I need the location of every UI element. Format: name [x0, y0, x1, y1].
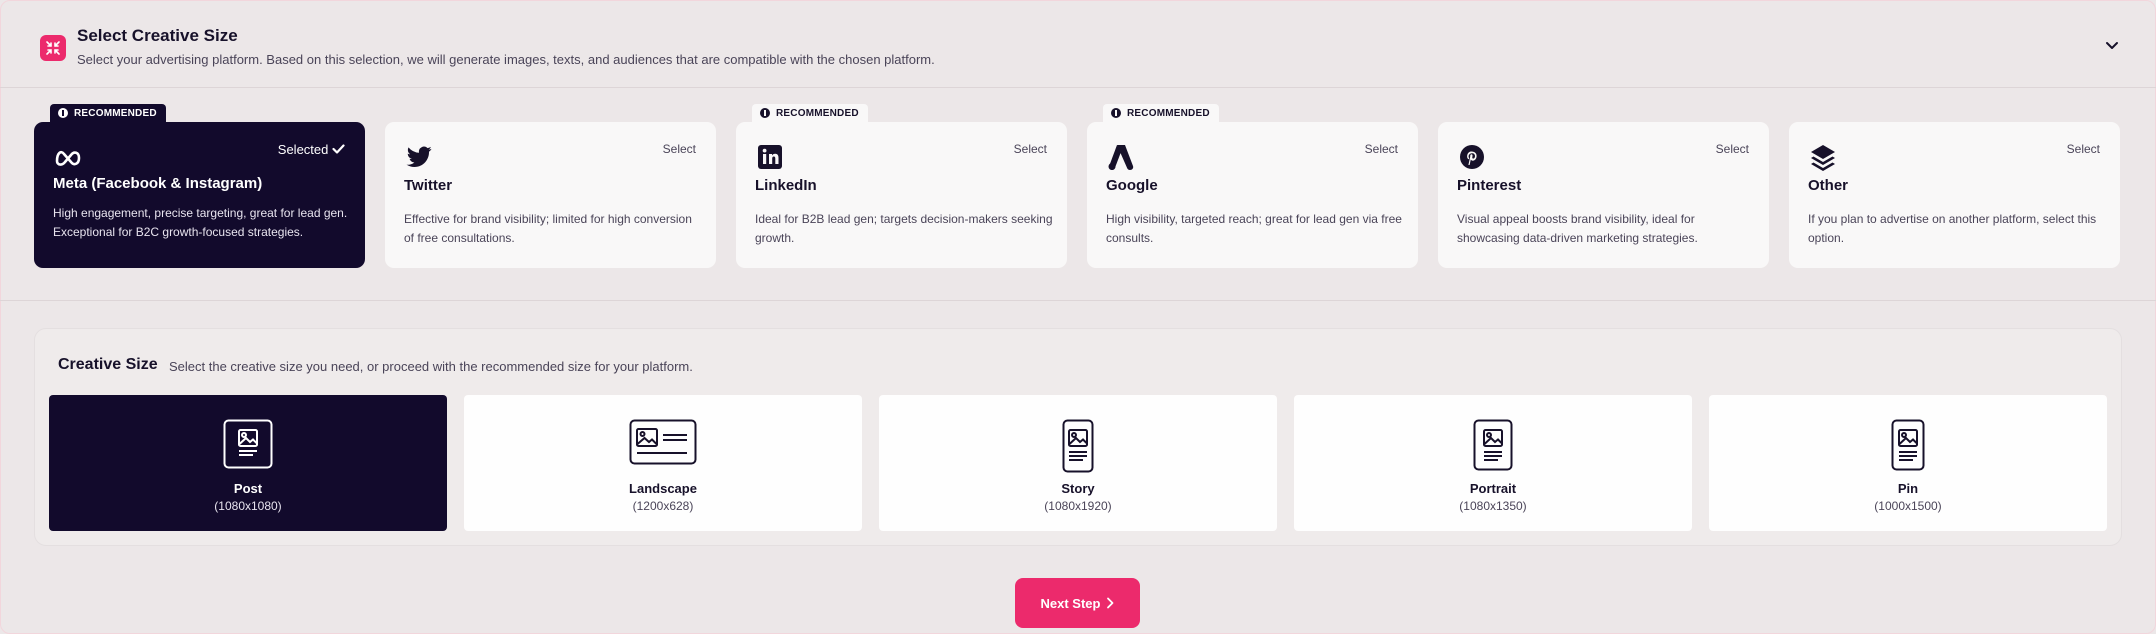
platform-name: Meta (Facebook & Instagram)	[53, 175, 263, 192]
chevron-down-icon	[2106, 42, 2118, 49]
pinterest-icon	[1460, 145, 1484, 169]
section-header: Select Creative Size Select your adverti…	[0, 0, 2156, 88]
size-dimensions: (1080x1080)	[214, 499, 282, 513]
story-image-icon	[1062, 419, 1094, 473]
platform-name: Google	[1106, 177, 1158, 194]
platform-description: High engagement, precise targeting, grea…	[53, 206, 348, 239]
chevron-right-icon	[1107, 597, 1114, 609]
recommended-badge: RECOMMENDED	[1103, 104, 1219, 122]
platform-select-button[interactable]: Select	[663, 142, 696, 156]
platform-card-meta[interactable]: Selected Meta (Facebook & Instagram) Hig…	[34, 122, 365, 268]
google-ads-icon	[1108, 145, 1134, 170]
size-card-pin[interactable]: Pin (1000x1500)	[1709, 395, 2107, 531]
recommended-badge: RECOMMENDED	[50, 104, 166, 122]
platform-description: If you plan to advertise on another plat…	[1808, 212, 2097, 245]
size-name: Landscape	[629, 481, 697, 496]
size-card-story[interactable]: Story (1080x1920)	[879, 395, 1277, 531]
platform-card-twitter[interactable]: Select Twitter Effective for brand visib…	[385, 122, 716, 268]
layers-icon	[1811, 145, 1835, 171]
platform-description: Visual appeal boosts brand visibility, i…	[1457, 212, 1698, 245]
platform-select-button[interactable]: Select	[1365, 142, 1398, 156]
next-step-button[interactable]: Next Step	[1015, 578, 1140, 628]
size-name: Story	[1061, 481, 1095, 496]
size-name: Pin	[1897, 481, 1919, 496]
size-dimensions: (1200x628)	[632, 499, 694, 513]
size-card-landscape[interactable]: Landscape (1200x628)	[464, 395, 862, 531]
platform-name: LinkedIn	[755, 177, 817, 194]
platform-card-linkedin[interactable]: Select LinkedIn Ideal for B2B lead gen; …	[736, 122, 1067, 268]
platform-select-button[interactable]: Select	[1716, 142, 1749, 156]
size-dimensions: (1000x1500)	[1874, 499, 1942, 513]
platform-description: Effective for brand visibility; limited …	[404, 212, 692, 245]
size-dimensions: (1080x1350)	[1459, 499, 1527, 513]
info-icon	[1111, 108, 1121, 118]
platform-card-google[interactable]: Select Google High visibility, targeted …	[1087, 122, 1418, 268]
platform-select-button[interactable]: Select	[1014, 142, 1047, 156]
platform-description: High visibility, targeted reach; great f…	[1106, 212, 1402, 245]
page-title: Select Creative Size	[77, 26, 238, 45]
post-image-icon	[223, 419, 273, 469]
platform-select-button[interactable]: Select	[2067, 142, 2100, 156]
platform-name: Pinterest	[1457, 177, 1522, 194]
platform-list: RECOMMENDED Selected Meta (Facebook & In…	[34, 104, 2122, 270]
creative-size-panel: Creative Size Select the creative size y…	[34, 328, 2122, 546]
platform-card-pinterest[interactable]: Select Pinterest Visual appeal boosts br…	[1438, 122, 1769, 268]
next-step-label: Next Step	[1040, 595, 1101, 611]
size-card-portrait[interactable]: Portrait (1080x1350)	[1294, 395, 1692, 531]
page-subtitle: Select your advertising platform. Based …	[77, 52, 935, 67]
creative-size-subtitle: Select the creative size you need, or pr…	[169, 359, 693, 374]
info-icon	[58, 108, 68, 118]
platform-select-status: Selected	[278, 142, 345, 157]
twitter-icon	[406, 146, 432, 167]
check-icon	[332, 144, 345, 154]
pin-image-icon	[1891, 419, 1925, 471]
landscape-image-icon	[629, 419, 697, 465]
platform-card-other[interactable]: Select Other If you plan to advertise on…	[1789, 122, 2120, 268]
collapse-button[interactable]	[2102, 36, 2122, 56]
info-icon	[760, 108, 770, 118]
meta-icon	[55, 150, 81, 166]
platform-description: Ideal for B2B lead gen; targets decision…	[755, 212, 1053, 245]
portrait-image-icon	[1473, 419, 1513, 471]
creative-size-title: Creative Size	[58, 356, 158, 373]
recommended-badge: RECOMMENDED	[752, 104, 868, 122]
size-card-post[interactable]: Post (1080x1080)	[49, 395, 447, 531]
size-name: Post	[233, 481, 263, 496]
size-name: Portrait	[1469, 481, 1517, 496]
size-dimensions: (1080x1920)	[1044, 499, 1112, 513]
linkedin-icon	[758, 145, 782, 169]
section-divider	[0, 300, 2156, 301]
platform-name: Twitter	[404, 177, 453, 194]
shrink-arrows-icon	[40, 35, 66, 61]
platform-name: Other	[1808, 177, 1849, 194]
